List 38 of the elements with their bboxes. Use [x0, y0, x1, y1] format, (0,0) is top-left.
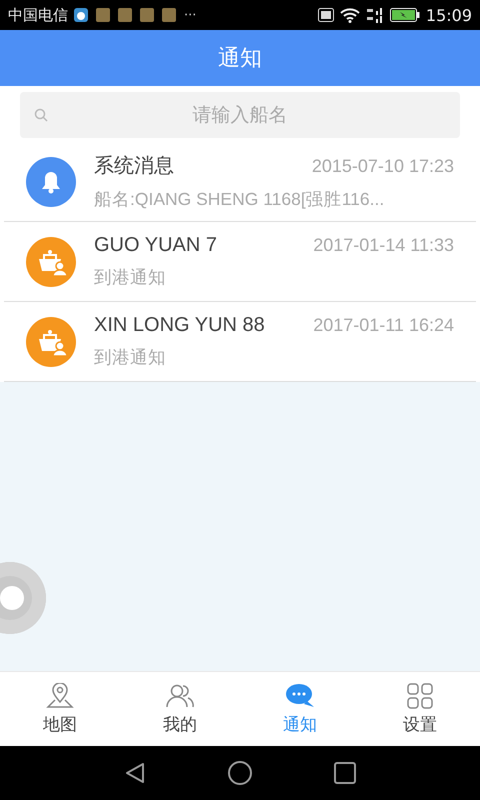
ship-person-icon: [26, 236, 76, 286]
message-preview: 到港通知: [94, 346, 167, 369]
chat-bubble-icon: [285, 682, 315, 708]
message-time: 2017-01-11 16:24: [313, 315, 454, 336]
app-notification-icon: [162, 8, 176, 22]
tab[interactable]: 我的: [120, 672, 240, 746]
home-button[interactable]: [227, 760, 253, 786]
grid-icon: [405, 682, 435, 708]
message-preview: 船名:QIANG SHENG 1168[强胜116...: [94, 188, 386, 211]
message-time: 2017-01-14 11:33: [313, 235, 454, 256]
search-field[interactable]: 请输入船名: [20, 92, 460, 138]
more-notifications: ···: [184, 8, 196, 22]
app-notification-icon: [74, 8, 88, 22]
wifi-icon: [340, 8, 360, 22]
message-title: GUO YUAN 7: [94, 234, 217, 257]
recent-apps-button[interactable]: [333, 761, 357, 785]
message-row[interactable]: GUO YUAN 7 2017-01-14 11:33 到港通知: [4, 222, 476, 302]
message-title: 系统消息: [94, 154, 174, 179]
clock: 15:09: [426, 6, 472, 24]
app-notification-icon: [118, 8, 132, 22]
tab[interactable]: 设置: [360, 672, 480, 746]
message-title: XIN LONG YUN 88: [94, 314, 265, 337]
battery-icon: [390, 8, 420, 22]
app-notification-icon: [96, 8, 110, 22]
carrier-name: 中国电信: [8, 6, 68, 24]
ship-person-icon: [26, 316, 76, 366]
message-preview: 到港通知: [94, 266, 167, 289]
message-time: 2015-07-10 17:23: [312, 156, 454, 177]
bell-icon: [26, 156, 76, 206]
signal-icon: [366, 7, 384, 23]
nfc-icon: [318, 8, 334, 22]
back-button[interactable]: [123, 761, 147, 785]
app-notification-icon: [140, 8, 154, 22]
people-icon: [165, 682, 195, 708]
message-row[interactable]: 系统消息 2015-07-10 17:23 船名:QIANG SHENG 1168[强胜116...: [4, 142, 476, 222]
screen-title: 通知: [218, 45, 262, 73]
map-pin-icon: [45, 682, 75, 708]
tab[interactable]: 地图: [0, 672, 120, 746]
